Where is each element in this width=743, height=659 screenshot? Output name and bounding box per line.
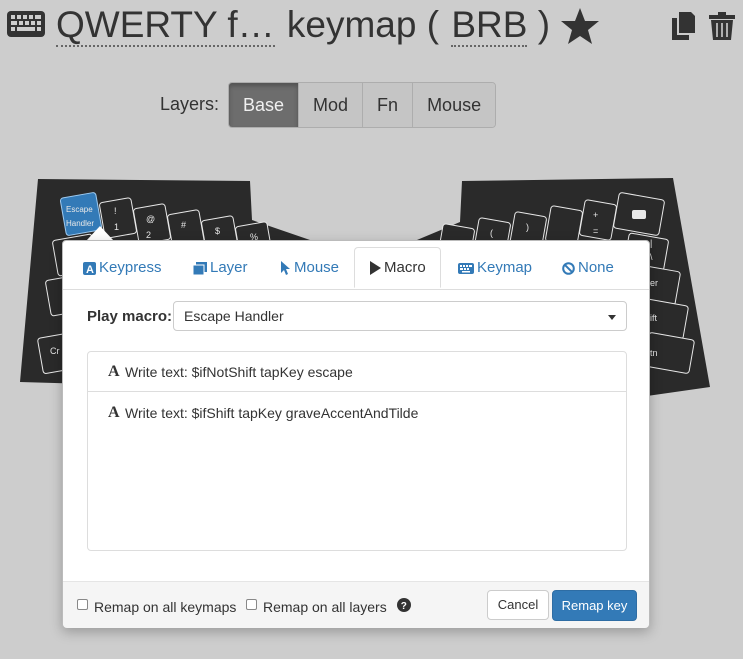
key-legend-plus: + xyxy=(593,210,598,220)
key-legend-escape-1: Escape xyxy=(66,205,93,214)
remap-all-keymaps-checkbox[interactable] xyxy=(77,599,88,610)
play-icon xyxy=(370,261,381,276)
key-legend-equals: = xyxy=(593,226,598,236)
list-item: A Write text: $ifNotShift tapKey escape xyxy=(88,352,626,392)
tab-macro-label: Macro xyxy=(384,259,426,276)
svg-text:?: ? xyxy=(401,601,407,612)
tab-macro[interactable]: Macro xyxy=(354,247,441,288)
key-legend-enter: er xyxy=(650,278,658,288)
action-type-tabs: A Keypress Layer Mouse Macro Keymap None xyxy=(63,241,649,290)
macro-action-list: A Write text: $ifNotShift tapKey escape … xyxy=(87,351,627,551)
remap-all-keymaps-label: Remap on all keymaps xyxy=(94,599,237,615)
tab-mouse-label: Mouse xyxy=(294,259,340,276)
tab-keymap[interactable]: Keymap xyxy=(458,248,532,288)
key-legend-dollar: $ xyxy=(215,226,220,236)
key-legend-rparen: ) xyxy=(526,222,529,232)
key-legend-bang: ! xyxy=(114,206,117,216)
mouse-pointer-icon xyxy=(281,261,290,276)
remap-all-layers-checkbox[interactable] xyxy=(246,599,257,610)
key-legend-delete-icon xyxy=(632,210,646,219)
tab-keymap-label: Keymap xyxy=(477,259,533,276)
font-icon: A xyxy=(108,363,120,380)
list-item: A Write text: $ifShift tapKey graveAccen… xyxy=(88,393,626,433)
tab-layer[interactable]: Layer xyxy=(193,248,248,288)
remap-popover: A Keypress Layer Mouse Macro Keymap None … xyxy=(62,240,650,628)
key-2 xyxy=(133,203,171,245)
font-icon: A xyxy=(108,404,120,421)
key-legend-two: 2 xyxy=(146,230,151,240)
key-legend-lparen: ( xyxy=(490,228,493,238)
keyboard-icon xyxy=(458,262,474,274)
macro-action-text: Write text: $ifShift tapKey graveAccentA… xyxy=(125,405,419,421)
key-legend-fn: tn xyxy=(650,348,658,358)
macro-action-text: Write text: $ifNotShift tapKey escape xyxy=(125,364,353,380)
remap-key-button[interactable]: Remap key xyxy=(552,590,637,621)
chevron-down-icon xyxy=(608,315,616,320)
play-macro-label: Play macro: xyxy=(87,308,173,325)
svg-text:A: A xyxy=(86,264,94,275)
layer-icon xyxy=(193,261,207,275)
key-legend-at: @ xyxy=(146,214,155,224)
tab-none-label: None xyxy=(578,259,614,276)
tab-mouse[interactable]: Mouse xyxy=(281,248,339,288)
tab-layer-label: Layer xyxy=(210,259,248,276)
key-legend-ctrl: Cr xyxy=(50,346,60,356)
macro-select-value: Escape Handler xyxy=(184,308,284,324)
tab-none[interactable]: None xyxy=(562,248,614,288)
key-legend-hash: # xyxy=(181,220,186,230)
key-legend-one: 1 xyxy=(114,222,119,232)
cancel-button[interactable]: Cancel xyxy=(487,590,549,620)
key-legend-shift: ift xyxy=(650,313,658,323)
key-legend-pipe: | xyxy=(650,238,652,248)
macro-select[interactable]: Escape Handler xyxy=(173,301,627,331)
tab-keypress[interactable]: A Keypress xyxy=(83,248,162,288)
popover-footer: Remap on all keymaps Remap on all layers… xyxy=(63,581,649,628)
tab-keypress-label: Keypress xyxy=(99,259,162,276)
ban-icon xyxy=(562,261,575,275)
keypress-icon: A xyxy=(83,261,96,275)
popover-arrow xyxy=(86,226,114,241)
question-circle-icon[interactable]: ? xyxy=(397,598,411,612)
remap-all-layers-label: Remap on all layers xyxy=(263,599,387,615)
